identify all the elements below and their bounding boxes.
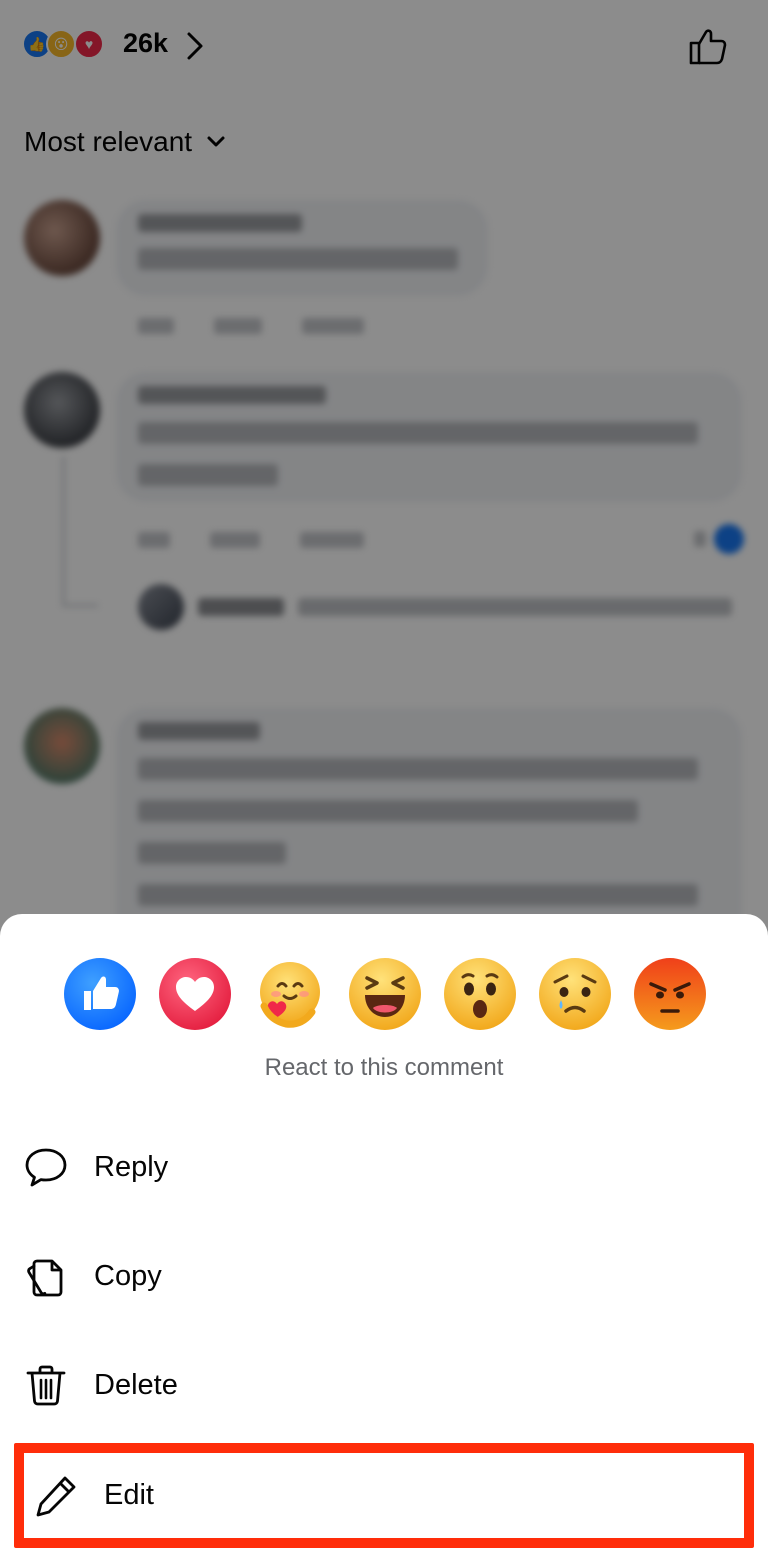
sad-reaction-icon[interactable] <box>539 958 611 1030</box>
delete-label: Delete <box>94 1368 178 1401</box>
love-reaction-icon[interactable] <box>159 958 231 1030</box>
wow-reaction-icon[interactable] <box>444 958 516 1030</box>
copy-label: Copy <box>94 1259 162 1292</box>
reply-label: Reply <box>94 1150 169 1183</box>
delete-menu-item[interactable]: Delete <box>14 1342 754 1428</box>
react-caption: React to this comment <box>264 1054 504 1081</box>
angry-reaction-icon[interactable] <box>634 958 706 1030</box>
pencil-icon <box>36 1476 76 1516</box>
comment-actions-sheet: React to this comment Reply Copy Delete … <box>0 914 768 1559</box>
like-reaction-icon[interactable] <box>64 958 136 1030</box>
trash-icon <box>26 1365 66 1406</box>
care-reaction-icon[interactable] <box>254 958 326 1030</box>
copy-menu-item[interactable]: Copy <box>14 1233 754 1319</box>
haha-reaction-icon[interactable] <box>349 958 421 1030</box>
copy-icon <box>27 1259 63 1297</box>
reaction-picker <box>64 958 708 1032</box>
edit-label: Edit <box>104 1479 154 1511</box>
reply-menu-item[interactable]: Reply <box>14 1124 754 1210</box>
edit-menu-item[interactable]: Edit <box>14 1443 754 1548</box>
speech-bubble-icon <box>25 1148 67 1187</box>
